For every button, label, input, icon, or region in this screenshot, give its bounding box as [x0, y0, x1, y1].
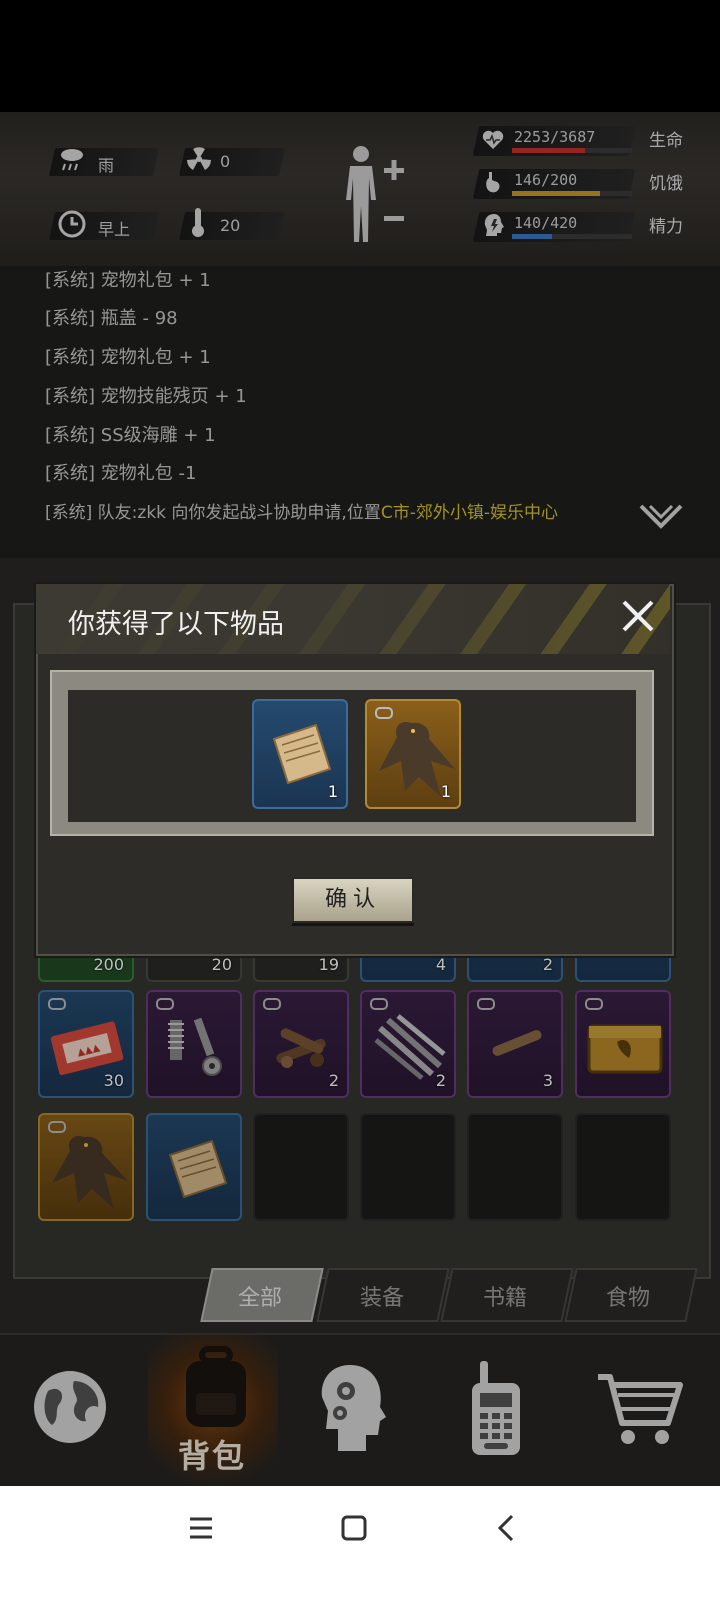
- reward-items-area: [68, 690, 636, 822]
- reward-item-torn-page[interactable]: 1: [252, 699, 348, 809]
- torn-page-icon: [272, 723, 332, 785]
- dialog-title: 你获得了以下物品: [68, 609, 284, 640]
- back-icon[interactable]: [496, 1514, 516, 1542]
- confirm-button[interactable]: 确认: [292, 877, 414, 923]
- close-icon[interactable]: [618, 596, 658, 636]
- system-navigation-bar: [0, 1486, 720, 1600]
- reward-item-eagle[interactable]: 1: [365, 699, 461, 809]
- home-icon[interactable]: [340, 1514, 368, 1542]
- menu-icon[interactable]: [188, 1516, 214, 1540]
